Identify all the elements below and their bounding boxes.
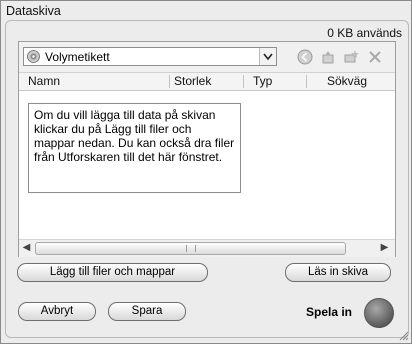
volume-label-select[interactable]: Volymetikett [23,47,277,66]
column-path[interactable]: Sökväg [327,74,367,88]
record-button[interactable] [364,298,394,328]
close-icon[interactable] [367,49,383,65]
disc-usage-label: 0 KB används [327,26,402,40]
grip-icon [186,245,196,252]
resize-grip-icon[interactable] [399,331,409,341]
column-size[interactable]: Storlek [174,74,211,88]
column-divider[interactable] [243,75,244,88]
column-name[interactable]: Namn [28,74,60,88]
new-folder-icon[interactable] [343,49,359,65]
column-header: Namn Storlek Typ Sökväg [19,73,395,91]
horizontal-scrollbar[interactable]: ◀ ▶ [19,239,395,257]
disc-icon [27,50,40,63]
record-label: Spela in [306,305,353,319]
read-disc-button[interactable]: Läs in skiva [285,263,391,282]
column-divider[interactable] [306,75,307,88]
folder-up-icon[interactable] [320,49,336,65]
column-type[interactable]: Typ [253,74,272,88]
save-button[interactable]: Spara [108,302,186,321]
scroll-left-icon[interactable]: ◀ [19,240,34,256]
file-list-panel: Volymetikett Namn Storlek Typ Sökväg Om … [18,41,396,257]
scroll-thumb[interactable] [35,242,346,255]
cancel-button[interactable]: Avbryt [18,302,96,321]
window-title: Dataskiva [6,4,61,18]
empty-hint-box: Om du vill lägga till data på skivan kli… [28,103,241,193]
column-divider[interactable] [169,75,170,88]
back-arrow-icon[interactable] [297,49,313,65]
volume-label-text: Volymetikett [45,50,110,64]
chevron-down-icon[interactable] [259,48,276,65]
scroll-right-icon[interactable]: ▶ [377,240,392,256]
file-toolbar: Volymetikett [19,42,395,73]
add-files-button[interactable]: Lägg till filer och mappar [17,263,208,282]
